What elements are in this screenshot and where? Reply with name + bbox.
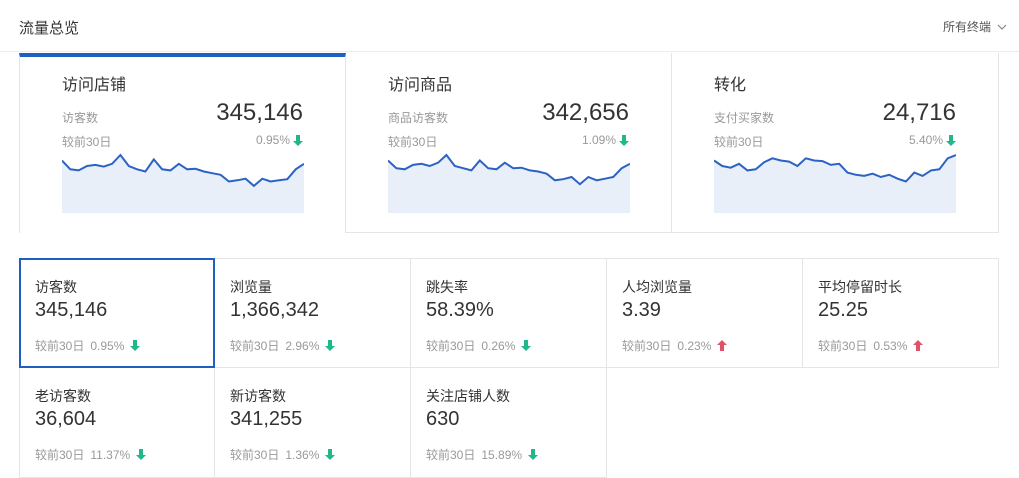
card-title: 访问店铺 [62, 77, 127, 94]
metric-views-per-visitor[interactable]: 人均浏览量 3.39 较前30日 0.23% [607, 258, 803, 368]
metric-compare-label: 较前30日 [426, 339, 476, 353]
metric-new-visitors[interactable]: 新访客数 341,255 较前30日 1.36% [215, 368, 411, 478]
metric-value: 341,255 [230, 408, 303, 430]
metric-compare: 较前30日 0.23% [622, 337, 728, 354]
metric-compare-label: 较前30日 [818, 339, 868, 353]
metrics-grid: 访客数 345,146 较前30日 0.95% 浏览量 1,366,342 较前… [19, 258, 999, 478]
metric-value: 630 [426, 408, 460, 430]
trend-arrow-icon [136, 449, 147, 460]
metric-label: 浏览量 [230, 279, 272, 295]
metric-visitors[interactable]: 访客数 345,146 较前30日 0.95% [19, 258, 215, 368]
sparkline-area [62, 155, 304, 213]
card-title: 转化 [714, 77, 747, 94]
metric-page-views[interactable]: 浏览量 1,366,342 较前30日 2.96% [215, 258, 411, 368]
metric-bounce-rate[interactable]: 跳失率 58.39% 较前30日 0.26% [411, 258, 607, 368]
sparkline-chart [62, 153, 304, 213]
metric-compare: 较前30日 2.96% [230, 337, 336, 354]
metric-compare-label: 较前30日 [426, 448, 476, 462]
metric-value: 1,366,342 [230, 299, 319, 321]
card-title: 访问商品 [388, 77, 453, 94]
metric-label: 平均停留时长 [818, 279, 902, 295]
page-title: 流量总览 [19, 20, 80, 37]
card-metric-label: 商品访客数 [388, 111, 449, 125]
card-delta-value: 0.95% [255, 133, 290, 147]
terminal-dropdown[interactable]: 所有终端 [943, 18, 1007, 35]
metric-label: 人均浏览量 [622, 279, 692, 295]
metric-compare-label: 较前30日 [622, 339, 672, 353]
metric-delta: 0.26% [481, 338, 516, 353]
metric-value: 345,146 [35, 299, 108, 321]
metric-delta: 2.96% [285, 338, 320, 353]
metric-compare: 较前30日 0.26% [426, 337, 532, 354]
metric-label: 访客数 [35, 279, 77, 295]
card-visit-product[interactable]: 访问商品 商品访客数 342,656 较前30日 1.09% [346, 53, 672, 233]
metric-compare-label: 较前30日 [35, 448, 85, 462]
metric-compare: 较前30日 11.37% [35, 446, 147, 463]
trend-arrow-icon [325, 340, 336, 351]
metric-avg-duration[interactable]: 平均停留时长 25.25 较前30日 0.53% [803, 258, 999, 368]
card-compare-label: 较前30日 [714, 135, 764, 149]
trend-arrow-icon [717, 340, 728, 351]
metric-label: 新访客数 [230, 388, 286, 404]
card-delta-value: 5.40% [908, 133, 943, 147]
overview-cards: 访问店铺 访客数 345,146 较前30日 0.95% 访问商品 商品访客数 … [19, 53, 999, 233]
card-delta: 1.09% [582, 133, 629, 147]
metric-delta: 11.37% [90, 447, 131, 462]
metric-compare-label: 较前30日 [230, 448, 280, 462]
trend-arrow-icon [528, 449, 539, 460]
trend-arrow-icon [130, 340, 141, 351]
sparkline-chart [388, 153, 630, 213]
metric-value: 3.39 [622, 299, 661, 321]
metric-compare-label: 较前30日 [35, 339, 85, 353]
chevron-down-icon [997, 24, 1007, 30]
metric-label: 跳失率 [426, 279, 468, 295]
trend-arrow-icon [946, 134, 956, 146]
card-compare-label: 较前30日 [62, 135, 112, 149]
metric-delta: 15.89% [481, 447, 523, 462]
metric-label: 关注店铺人数 [426, 388, 510, 404]
metric-compare: 较前30日 0.95% [35, 337, 141, 354]
metric-delta: 0.23% [677, 338, 712, 353]
card-value: 345,146 [216, 99, 303, 126]
terminal-dropdown-label: 所有终端 [942, 20, 991, 34]
metric-delta: 0.95% [90, 338, 125, 353]
page-header: 流量总览 所有终端 [0, 0, 1019, 52]
card-delta-value: 1.09% [581, 133, 616, 147]
trend-arrow-icon [913, 340, 924, 351]
card-value: 24,716 [882, 99, 956, 126]
card-metric-label: 访客数 [62, 111, 99, 125]
metric-value: 25.25 [818, 299, 869, 321]
trend-arrow-icon [619, 134, 629, 146]
trend-arrow-icon [325, 449, 336, 460]
metric-store-followers[interactable]: 关注店铺人数 630 较前30日 15.89% [411, 368, 607, 478]
metric-compare: 较前30日 0.53% [818, 337, 924, 354]
trend-arrow-icon [521, 340, 532, 351]
metric-value: 58.39% [426, 299, 494, 321]
card-visit-store[interactable]: 访问店铺 访客数 345,146 较前30日 0.95% [19, 53, 346, 233]
metric-compare-label: 较前30日 [230, 339, 280, 353]
metric-label: 老访客数 [35, 388, 91, 404]
metric-delta: 0.53% [873, 338, 908, 353]
metric-compare: 较前30日 1.36% [230, 446, 336, 463]
metric-delta: 1.36% [285, 447, 320, 462]
card-compare-label: 较前30日 [388, 135, 438, 149]
trend-arrow-icon [293, 134, 303, 146]
metric-returning-visitors[interactable]: 老访客数 36,604 较前30日 11.37% [19, 368, 215, 478]
card-metric-label: 支付买家数 [714, 111, 775, 125]
metric-compare: 较前30日 15.89% [426, 446, 539, 463]
card-value: 342,656 [542, 99, 629, 126]
card-delta: 5.40% [909, 133, 956, 147]
metric-value: 36,604 [35, 408, 97, 430]
card-conversion[interactable]: 转化 支付买家数 24,716 较前30日 5.40% [672, 53, 999, 233]
card-delta: 0.95% [256, 133, 303, 147]
sparkline-chart [714, 154, 956, 213]
